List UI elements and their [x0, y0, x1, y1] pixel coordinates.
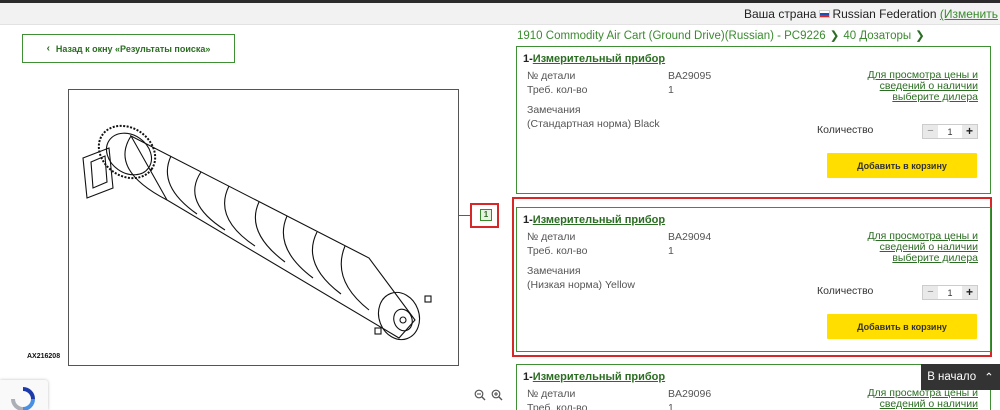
recaptcha-icon	[11, 387, 35, 410]
add-to-cart-button[interactable]: Добавить в корзину	[827, 314, 977, 339]
part-card: 1-Измерительный прибор № детали BA29094 …	[516, 207, 991, 352]
plus-icon[interactable]: +	[962, 125, 977, 138]
part-number-value: BA29094	[668, 231, 712, 243]
back-to-top-label: В начало	[927, 371, 977, 383]
chevron-right-icon: ❯	[915, 30, 925, 42]
part-name-link[interactable]: Измерительный прибор	[533, 53, 665, 65]
callout-highlight[interactable]: 1	[470, 203, 499, 228]
part-number-value: BA29096	[668, 388, 712, 400]
select-dealer-link[interactable]: Для просмотра цены и сведений о наличии …	[856, 231, 978, 264]
russia-flag-icon	[819, 10, 831, 18]
zoom-in-icon[interactable]	[491, 389, 503, 401]
remarks-value: (Стандартная норма) Black	[527, 118, 660, 130]
remarks-value: (Низкая норма) Yellow	[527, 279, 635, 291]
part-title: 1-Измерительный прибор	[523, 371, 666, 383]
remarks-label: Замечания	[527, 265, 581, 277]
part-ref: 1	[523, 371, 530, 383]
part-name-link[interactable]: Измерительный прибор	[533, 371, 665, 383]
quantity-label: Количество	[817, 285, 874, 297]
part-number-value: BA29095	[668, 70, 712, 82]
part-name-link[interactable]: Измерительный прибор	[533, 214, 665, 226]
zoom-controls	[474, 389, 503, 401]
breadcrumb-model[interactable]: 1910 Commodity Air Cart (Ground Drive)(R…	[517, 30, 826, 42]
breadcrumb-section[interactable]: 40 Дозаторы	[843, 30, 911, 42]
change-country-link[interactable]: (Изменить	[940, 7, 998, 21]
back-to-results-label: Назад к окну «Результаты поиска»	[55, 43, 211, 54]
add-to-cart-button[interactable]: Добавить в корзину	[827, 153, 977, 178]
part-number-label: № детали	[527, 70, 576, 82]
back-to-top-button[interactable]: В начало ⌃	[921, 364, 1000, 390]
req-qty-value: 1	[668, 402, 674, 410]
part-card: 1-Измерительный прибор № детали BA29095 …	[516, 46, 991, 194]
chevron-left-icon: ‹	[46, 43, 50, 54]
req-qty-value: 1	[668, 84, 674, 96]
chevron-right-icon: ❯	[829, 30, 840, 42]
meter-diagram-illustration	[82, 124, 432, 341]
recaptcha-badge[interactable]	[0, 380, 48, 410]
req-qty-label: Треб. кол-во	[527, 402, 588, 410]
callout-leader-line	[459, 215, 470, 216]
part-title: 1-Измерительный прибор	[523, 214, 666, 226]
breadcrumb: 1910 Commodity Air Cart (Ground Drive)(R…	[517, 28, 929, 42]
select-dealer-link[interactable]: Для просмотра цены и сведений о наличии …	[856, 70, 978, 103]
part-number-label: № детали	[527, 388, 576, 400]
quantity-stepper: − 1 +	[922, 285, 978, 300]
minus-icon[interactable]: −	[923, 125, 938, 138]
req-qty-label: Треб. кол-во	[527, 245, 588, 257]
zoom-out-icon[interactable]	[474, 389, 486, 401]
part-number-label: № детали	[527, 231, 576, 243]
back-to-results-button[interactable]: ‹ Назад к окну «Результаты поиска»	[22, 34, 235, 63]
minus-icon[interactable]: −	[923, 286, 938, 299]
part-card: 1-Измерительный прибор № детали BA29096 …	[516, 364, 991, 410]
part-ref: 1	[523, 53, 530, 65]
part-ref: 1	[523, 214, 530, 226]
remarks-label: Замечания	[527, 104, 581, 116]
quantity-stepper: − 1 +	[922, 124, 978, 139]
quantity-input[interactable]: 1	[938, 127, 962, 137]
country-selector: Ваша страна Russian Federation (Изменить	[744, 7, 998, 21]
country-bar: Ваша страна Russian Federation (Изменить	[0, 3, 1000, 25]
parts-diagram-panel: AX216208 1	[22, 72, 507, 372]
chevron-up-icon: ⌃	[984, 372, 994, 384]
diagram-figure-id: AX216208	[27, 353, 61, 360]
quantity-label: Количество	[817, 124, 874, 136]
req-qty-value: 1	[668, 245, 674, 257]
part-title: 1-Измерительный прибор	[523, 53, 666, 65]
req-qty-label: Треб. кол-во	[527, 84, 588, 96]
parts-diagram-frame	[68, 89, 459, 366]
quantity-input[interactable]: 1	[938, 288, 962, 298]
country-name: Russian Federation	[832, 7, 937, 21]
select-dealer-link[interactable]: Для просмотра цены и сведений о наличии …	[856, 388, 978, 410]
plus-icon[interactable]: +	[962, 286, 977, 299]
country-label: Ваша страна	[744, 7, 817, 21]
callout-ref[interactable]: 1	[480, 209, 492, 221]
